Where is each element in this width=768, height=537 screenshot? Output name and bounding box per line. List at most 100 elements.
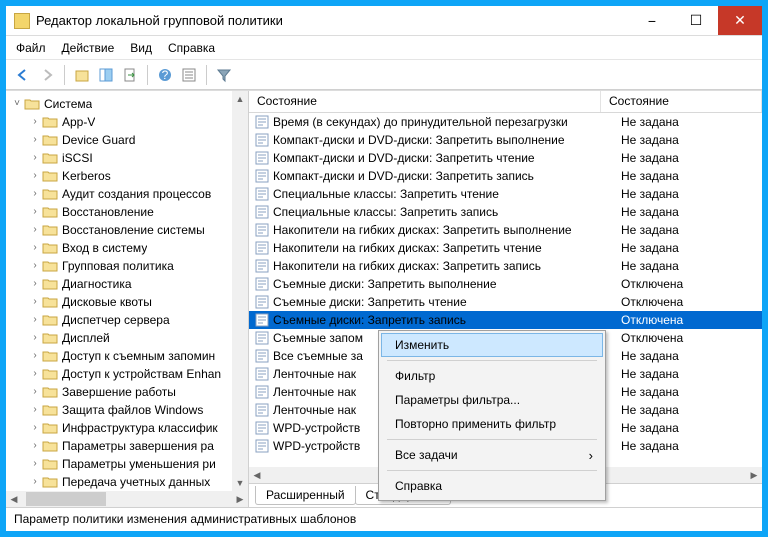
tree-item[interactable]: ›Защита файлов Windows [6, 401, 248, 419]
scroll-thumb[interactable] [26, 492, 106, 506]
menu-action[interactable]: Действие [62, 41, 115, 55]
expand-icon[interactable]: › [28, 401, 42, 419]
close-button[interactable]: ✕ [718, 6, 762, 35]
ctx-all-tasks[interactable]: Все задачи [381, 443, 603, 467]
expand-icon[interactable]: › [28, 311, 42, 329]
list-item[interactable]: Накопители на гибких дисках: Запретить ч… [249, 239, 762, 257]
expand-icon[interactable]: › [28, 113, 42, 131]
up-button[interactable] [71, 64, 93, 86]
export-button[interactable] [119, 64, 141, 86]
scroll-down-icon[interactable]: ▼ [232, 475, 248, 491]
list-item[interactable]: Специальные классы: Запретить записьНе з… [249, 203, 762, 221]
ctx-filter[interactable]: Фильтр [381, 364, 603, 388]
expand-icon[interactable]: › [28, 203, 42, 221]
expand-icon[interactable]: › [28, 383, 42, 401]
expand-icon[interactable]: › [28, 257, 42, 275]
ctx-filter-params[interactable]: Параметры фильтра... [381, 388, 603, 412]
tree-item[interactable]: ›Вход в систему [6, 239, 248, 257]
tree-item[interactable]: ›Kerberos [6, 167, 248, 185]
tree-item[interactable]: ›Передача учетных данных [6, 473, 248, 491]
expand-icon[interactable]: › [28, 239, 42, 257]
policy-name: Съемные диски: Запретить чтение [273, 295, 467, 309]
tree-item[interactable]: ›Дисковые квоты [6, 293, 248, 311]
filter-button[interactable] [213, 64, 235, 86]
forward-button[interactable] [36, 64, 58, 86]
tree-item-label: Доступ к съемным запомин [62, 347, 215, 365]
back-button[interactable] [12, 64, 34, 86]
scroll-up-icon[interactable]: ▲ [232, 91, 248, 107]
show-hide-button[interactable] [95, 64, 117, 86]
expand-icon[interactable]: › [28, 275, 42, 293]
list-item[interactable]: Время (в секундах) до принудительной пер… [249, 113, 762, 131]
scroll-right-icon[interactable]: ▶ [232, 491, 248, 507]
list-item[interactable]: Накопители на гибких дисках: Запретить з… [249, 257, 762, 275]
expand-icon[interactable]: › [28, 149, 42, 167]
column-header-2[interactable]: Состояние [601, 91, 762, 112]
tree-item[interactable]: ›Диагностика [6, 275, 248, 293]
column-header-1[interactable]: Состояние [249, 91, 601, 112]
expand-icon[interactable]: › [28, 131, 42, 149]
help-button[interactable]: ? [154, 64, 176, 86]
expand-icon[interactable]: › [28, 347, 42, 365]
expand-icon[interactable]: › [28, 365, 42, 383]
expand-icon[interactable]: › [28, 167, 42, 185]
tree-root[interactable]: ˅ Система [6, 95, 248, 113]
tree-item[interactable]: ›Восстановление [6, 203, 248, 221]
expand-icon[interactable]: › [28, 329, 42, 347]
tree-item[interactable]: ›Групповая политика [6, 257, 248, 275]
expand-icon[interactable]: › [28, 221, 42, 239]
tree-item[interactable]: ›Device Guard [6, 131, 248, 149]
tree-item[interactable]: ›Завершение работы [6, 383, 248, 401]
tree-item[interactable]: ›Диспетчер сервера [6, 311, 248, 329]
tree-item[interactable]: ›Доступ к устройствам Enhan [6, 365, 248, 383]
menu-help[interactable]: Справка [168, 41, 215, 55]
list-item[interactable]: Съемные диски: Запретить записьОтключена [249, 311, 762, 329]
tree-item[interactable]: ›Аудит создания процессов [6, 185, 248, 203]
expand-icon[interactable]: › [28, 473, 42, 491]
list-item[interactable]: Компакт-диски и DVD-диски: Запретить зап… [249, 167, 762, 185]
tree-item[interactable]: ›Инфраструктура классифик [6, 419, 248, 437]
tree-item[interactable]: › Доступ к съемным запомин [6, 347, 248, 365]
tree-scrollbar-horizontal[interactable]: ◀ ▶ [6, 491, 248, 507]
scroll-left-icon[interactable]: ◀ [249, 467, 265, 483]
list-item[interactable]: Съемные диски: Запретить чтениеОтключена [249, 293, 762, 311]
list-item[interactable]: Съемные диски: Запретить выполнениеОтклю… [249, 275, 762, 293]
expand-icon[interactable]: › [28, 419, 42, 437]
collapse-icon[interactable]: ˅ [10, 95, 24, 113]
tree-item[interactable]: ›iSCSI [6, 149, 248, 167]
scroll-right-icon[interactable]: ▶ [746, 467, 762, 483]
expand-icon[interactable]: › [28, 293, 42, 311]
tree-item-label: Параметры завершения ра [62, 437, 214, 455]
policy-state: Не задана [601, 421, 762, 435]
policy-name: Компакт-диски и DVD-диски: Запретить зап… [273, 169, 534, 183]
list-item[interactable]: Компакт-диски и DVD-диски: Запретить вып… [249, 131, 762, 149]
tree-item[interactable]: › Параметры завершения ра [6, 437, 248, 455]
tree-scrollbar-vertical[interactable]: ▲ ▼ [232, 91, 248, 491]
menu-view[interactable]: Вид [130, 41, 152, 55]
ctx-help[interactable]: Справка [381, 474, 603, 498]
folder-icon [42, 151, 58, 165]
tree-item[interactable]: ›Восстановление системы [6, 221, 248, 239]
expand-icon[interactable]: › [28, 185, 42, 203]
scroll-left-icon[interactable]: ◀ [6, 491, 22, 507]
properties-button[interactable] [178, 64, 200, 86]
list-item[interactable]: Накопители на гибких дисках: Запретить в… [249, 221, 762, 239]
policy-state: Не задана [601, 385, 762, 399]
tree-item[interactable]: ›Дисплей [6, 329, 248, 347]
ctx-edit[interactable]: Изменить [381, 333, 603, 357]
policy-icon [255, 403, 269, 417]
tree-item[interactable]: ›App-V [6, 113, 248, 131]
tree-item[interactable]: ›Параметры уменьшения ри [6, 455, 248, 473]
maximize-button[interactable]: ☐ [674, 6, 718, 35]
list-item[interactable]: Специальные классы: Запретить чтениеНе з… [249, 185, 762, 203]
minimize-button[interactable]: − [630, 6, 674, 35]
list-item[interactable]: Компакт-диски и DVD-диски: Запретить чте… [249, 149, 762, 167]
tab-extended[interactable]: Расширенный [255, 486, 356, 505]
folder-icon [42, 331, 58, 345]
menu-file[interactable]: Файл [16, 41, 46, 55]
expand-icon[interactable]: › [28, 455, 42, 473]
expand-icon[interactable]: › [28, 437, 42, 455]
folder-icon [42, 457, 58, 471]
policy-icon [255, 277, 269, 291]
policy-icon [255, 295, 269, 309]
